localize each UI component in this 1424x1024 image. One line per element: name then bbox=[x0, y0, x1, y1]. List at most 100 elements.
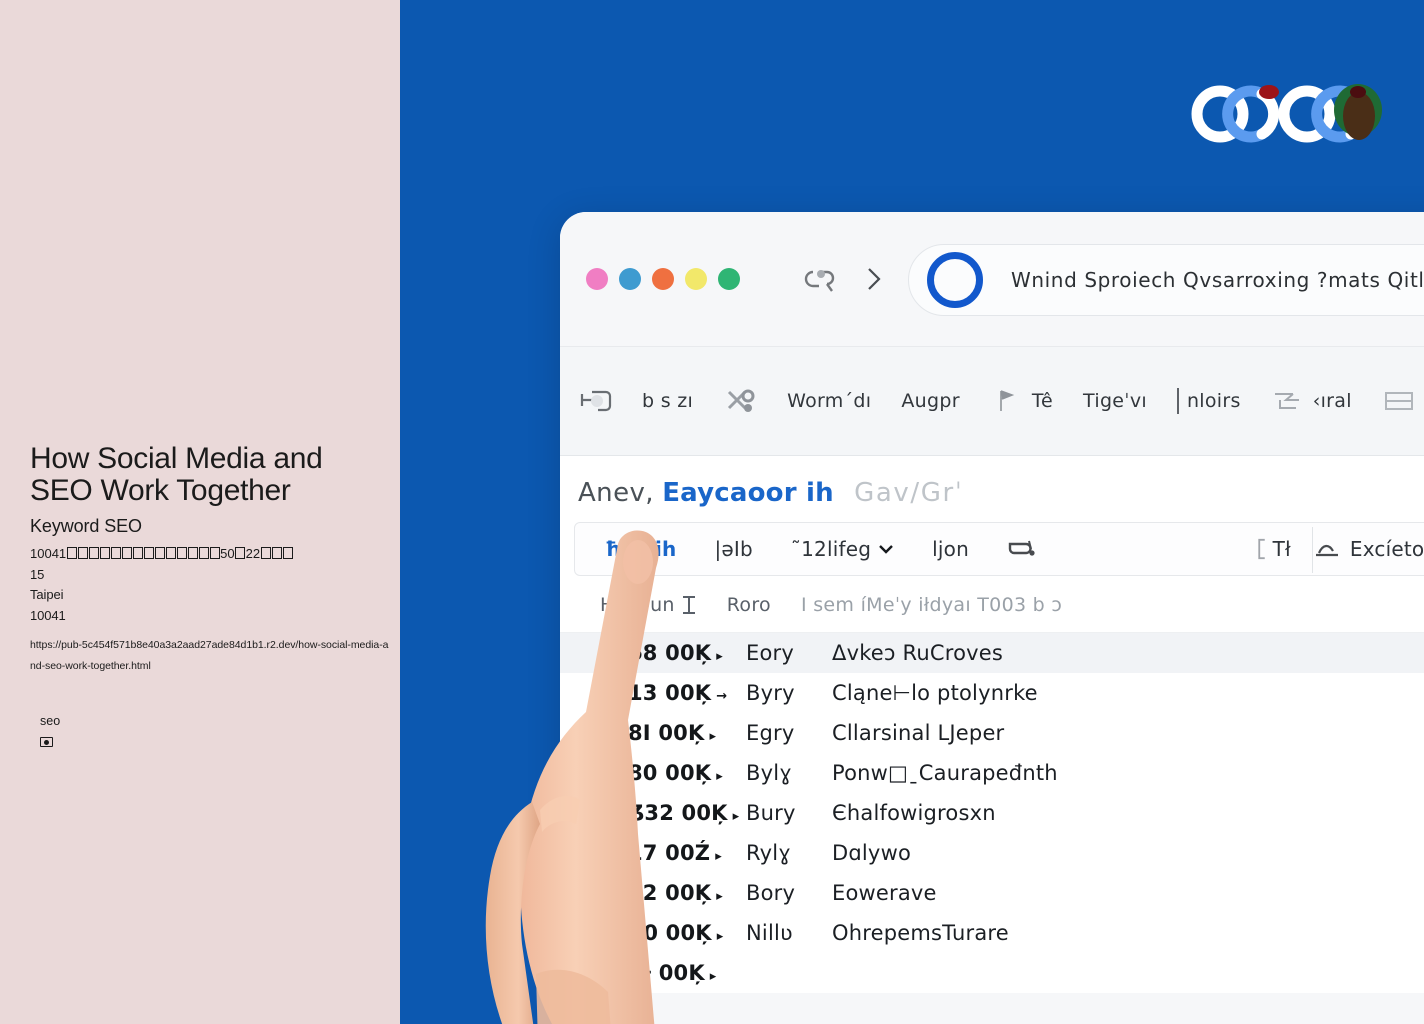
cell-category: Bylɣ bbox=[746, 761, 792, 785]
address-mid-1: 50 bbox=[220, 546, 235, 562]
grid-glyph-icon bbox=[580, 390, 612, 412]
chevron-down-icon bbox=[879, 545, 893, 554]
trend-icon: ▸ bbox=[732, 809, 740, 824]
blue-stage: Wnind Sproiech Qvsarroxing ?mats Qitl ··… bbox=[400, 0, 1424, 1024]
cell-category: Bury bbox=[746, 801, 796, 825]
tray-glyph-icon bbox=[1274, 393, 1299, 409]
page-title: How Social Media and SEO Work Together bbox=[30, 442, 323, 508]
missing-glyph-box bbox=[132, 547, 143, 560]
results-heading-bold: Eaycaoor ih bbox=[662, 478, 834, 508]
missing-glyph-box bbox=[143, 547, 154, 560]
cell-keyword: Δvkeɔ RuCroves bbox=[832, 641, 1004, 665]
cell-category: Rylɣ bbox=[746, 841, 792, 865]
dot-green[interactable] bbox=[718, 268, 740, 290]
cell-category: Eory bbox=[746, 641, 794, 665]
cell-category: Egry bbox=[746, 721, 795, 745]
missing-glyph-box bbox=[99, 547, 110, 560]
toolbar-item-grid[interactable] bbox=[578, 388, 612, 414]
missing-glyph-box bbox=[154, 547, 165, 560]
toolbar-item-worm[interactable]: Worm´dı bbox=[787, 390, 871, 412]
filter-item-ljon[interactable]: ljon bbox=[932, 537, 969, 561]
toolbar-item-augpr-label: Augpr bbox=[901, 390, 960, 412]
window-control-dots[interactable] bbox=[586, 268, 740, 290]
filter-item-tk[interactable]: Tł bbox=[1273, 537, 1291, 561]
toolbar-item-te[interactable]: Tê bbox=[990, 388, 1053, 414]
logo-accent-red bbox=[1259, 85, 1279, 99]
toolbar-item-scissors[interactable] bbox=[723, 388, 757, 414]
dot-orange[interactable] bbox=[652, 268, 674, 290]
toolbar-item-te-label: Tê bbox=[1031, 390, 1054, 412]
missing-glyph-box bbox=[88, 547, 99, 560]
chart-glyph-icon bbox=[1315, 544, 1338, 557]
address-tofu-group-3 bbox=[260, 546, 293, 561]
cell-category: Nillʋ bbox=[746, 921, 793, 945]
address-tofu-group-1 bbox=[66, 546, 220, 561]
toolbar-item-tigen[interactable]: Tigeˈvı bbox=[1083, 390, 1147, 412]
address-bar-value: Wnind Sproiech Qvsarroxing ?mats Qitl ·· bbox=[1011, 268, 1424, 292]
tag-label: seo bbox=[40, 714, 61, 729]
filter-item-excieton[interactable]: Excíetonı bbox=[1313, 537, 1424, 561]
toolbar-item-kural[interactable]: ‹ıral bbox=[1271, 388, 1352, 414]
city-line: Taipei bbox=[30, 587, 64, 603]
toolbar-item-augpr[interactable]: Augpr bbox=[901, 390, 959, 412]
index-finger bbox=[520, 530, 659, 1024]
missing-glyph-box-icon bbox=[40, 737, 53, 748]
missing-glyph-box bbox=[198, 547, 209, 560]
cell-keyword: Cllarsinal LJeper bbox=[832, 721, 1005, 745]
results-heading-faint: Gav/Grˈ bbox=[854, 478, 964, 508]
article-text-block: How Social Media and SEO Work Together K… bbox=[30, 442, 392, 752]
screenshot-root: How Social Media and SEO Work Together K… bbox=[0, 0, 1424, 1024]
missing-glyph-box bbox=[121, 547, 132, 560]
back-navigation-icon[interactable] bbox=[800, 266, 836, 292]
brand-logo bbox=[1191, 84, 1382, 143]
toolbar-item-bszi[interactable]: b s zı bbox=[642, 390, 693, 412]
address-bar[interactable]: Wnind Sproiech Qvsarroxing ?mats Qitl ·· bbox=[908, 244, 1424, 316]
missing-glyph-box bbox=[165, 547, 176, 560]
cell-category: Bory bbox=[746, 881, 796, 905]
filter-item-cart[interactable] bbox=[1007, 538, 1037, 560]
chevron-right-icon[interactable] bbox=[864, 265, 884, 293]
filter-item-excieton-label: Excíetonı bbox=[1349, 537, 1424, 561]
logo-accent-brown bbox=[1343, 92, 1375, 140]
toolbar-item-nloirs[interactable]: nloirs bbox=[1176, 388, 1241, 414]
missing-glyph-box bbox=[282, 547, 293, 560]
toolbar-item-worm-label: Worm´dı bbox=[787, 390, 872, 412]
col-roro[interactable]: Roro bbox=[727, 594, 771, 616]
address-line: 10041 50 22 bbox=[30, 544, 390, 565]
cell-category: Byry bbox=[746, 681, 795, 705]
page-subtitle: Keyword SEO bbox=[30, 516, 142, 537]
filter-item-12lifeg[interactable]: ˜12lifeg bbox=[791, 537, 894, 561]
dot-pink[interactable] bbox=[586, 268, 608, 290]
logo-accent-darkred bbox=[1350, 86, 1366, 98]
browser-toolbar: b s zı Worm´dı Augpr Tê Tigeˈvı nloirs ‹… bbox=[560, 346, 1424, 456]
toolbar-item-tigen-label: Tigeˈvı bbox=[1083, 390, 1147, 412]
col-misc[interactable]: I sem íMеˈy iłdyaı T003 b ɔ bbox=[801, 594, 1062, 616]
dot-yellow[interactable] bbox=[685, 268, 707, 290]
missing-glyph-box bbox=[209, 547, 220, 560]
source-url[interactable]: https://pub-5c454f571b8e40a3a2aad27ade84… bbox=[30, 635, 392, 676]
address-tofu-group-2 bbox=[235, 546, 246, 561]
browser-ring-icon bbox=[927, 252, 983, 308]
missing-glyph-box bbox=[66, 547, 77, 560]
missing-glyph-box bbox=[271, 547, 282, 560]
toolbar-item-bszi-label: b s zı bbox=[642, 390, 694, 412]
cell-keyword: Dɑlywo bbox=[832, 841, 911, 865]
dot-blue[interactable] bbox=[619, 268, 641, 290]
browser-nav-icons bbox=[800, 265, 884, 293]
postcode-line: 10041 bbox=[30, 607, 66, 623]
cell-keyword: OhrepemsTurare bbox=[832, 921, 1009, 945]
cell-keyword: Єhalfowigrosxn bbox=[832, 801, 996, 825]
missing-glyph-box bbox=[110, 547, 121, 560]
scissors-glyph-icon bbox=[728, 389, 755, 412]
missing-glyph-box bbox=[77, 547, 88, 560]
flag-glyph-icon bbox=[1000, 390, 1015, 411]
missing-glyph-box bbox=[176, 547, 187, 560]
toolbar-item-edge[interactable] bbox=[1382, 388, 1416, 414]
cell-keyword: Ponw□ˍCaurapeđnth bbox=[832, 761, 1058, 785]
browser-titlebar: Wnind Sproiech Qvsarroxing ?mats Qitl ·· bbox=[560, 212, 1424, 346]
filter-bar-right: Tł Excíetonı bbox=[1273, 537, 1424, 561]
filter-item-12lifeg-label: ˜12lifeg bbox=[790, 537, 872, 561]
tag-block: seo bbox=[30, 714, 390, 752]
article-sidebar: How Social Media and SEO Work Together K… bbox=[0, 0, 400, 1024]
missing-glyph-box bbox=[235, 547, 246, 560]
